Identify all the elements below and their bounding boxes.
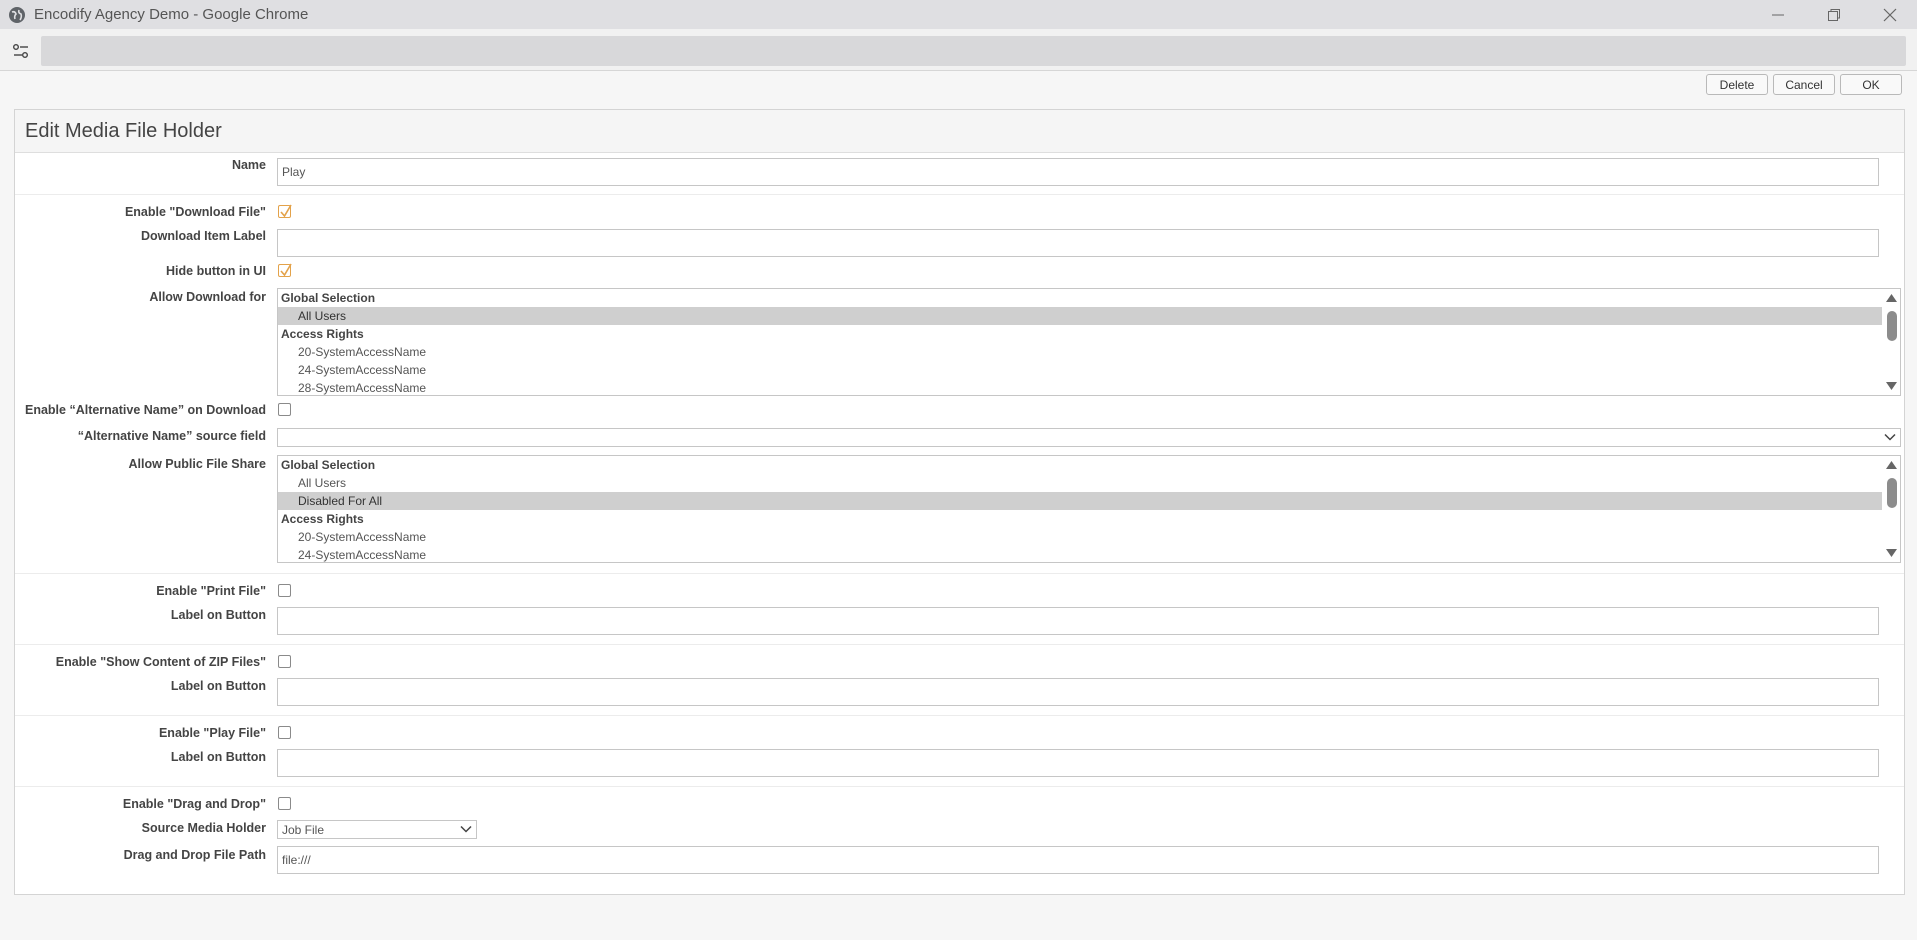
divider [15, 644, 1904, 645]
download-item-label-input[interactable] [277, 229, 1879, 257]
list-item[interactable]: All Users [278, 474, 1882, 492]
allow-public-share-listbox[interactable]: Global Selection All Users Disabled For … [277, 455, 1901, 563]
list-group: Global Selection [281, 458, 376, 472]
list-group: Access Rights [281, 327, 364, 341]
enable-dnd-checkbox[interactable] [278, 797, 291, 810]
list-item[interactable]: 24-SystemAccessName [278, 361, 1882, 379]
allow-public-share-label: Allow Public File Share [128, 457, 266, 471]
enable-download-label: Enable "Download File" [124, 205, 266, 219]
zip-label-input[interactable] [277, 678, 1879, 706]
play-label-label: Label on Button [170, 750, 266, 764]
divider [15, 786, 1904, 787]
allow-download-listbox[interactable]: Global Selection All Users Access Rights… [277, 288, 1901, 396]
divider [15, 715, 1904, 716]
scroll-thumb[interactable] [1887, 311, 1897, 341]
cancel-button[interactable]: Cancel [1773, 74, 1835, 95]
window-title: Encodify Agency Demo - Google Chrome [34, 6, 309, 23]
browser-toolbar [0, 29, 1917, 71]
site-settings-button[interactable] [6, 36, 36, 66]
window-titlebar: Encodify Agency Demo - Google Chrome [0, 0, 1917, 29]
chevron-down-icon [460, 825, 472, 833]
enable-alt-name-label: Enable “Alternative Name” on Download [24, 403, 266, 417]
listbox-scrollbar[interactable] [1883, 289, 1900, 395]
download-item-label-label: Download Item Label [140, 229, 266, 243]
enable-alt-name-checkbox[interactable] [278, 403, 291, 416]
tune-icon [13, 44, 28, 58]
alt-name-source-select[interactable] [277, 428, 1901, 447]
dnd-path-label: Drag and Drop File Path [123, 848, 266, 862]
list-group: Access Rights [281, 512, 364, 526]
scroll-up-icon[interactable] [1886, 461, 1897, 469]
listbox-scrollbar[interactable] [1883, 456, 1900, 562]
edit-panel: Edit Media File Holder Name Play Enable … [14, 109, 1905, 895]
delete-button[interactable]: Delete [1706, 74, 1768, 95]
scroll-down-icon[interactable] [1886, 382, 1897, 390]
name-input[interactable]: Play [277, 158, 1879, 186]
name-label: Name [231, 158, 266, 172]
source-media-holder-label: Source Media Holder [141, 821, 266, 835]
print-label-label: Label on Button [170, 608, 266, 622]
globe-icon [9, 6, 25, 23]
enable-zip-checkbox[interactable] [278, 655, 291, 668]
hide-button-label: Hide button in UI [166, 264, 266, 278]
checkmark-icon [280, 204, 292, 218]
enable-play-checkbox[interactable] [278, 726, 291, 739]
play-label-input[interactable] [277, 749, 1879, 777]
list-item[interactable]: All Users [278, 307, 1882, 325]
close-icon [1883, 8, 1897, 21]
enable-print-checkbox[interactable] [278, 584, 291, 597]
restore-button[interactable] [1806, 0, 1862, 29]
enable-print-label: Enable "Print File" [156, 584, 266, 598]
scroll-down-icon[interactable] [1886, 549, 1897, 557]
alt-name-source-label: “Alternative Name” source field [77, 429, 266, 443]
list-item[interactable]: 28-SystemAccessName [278, 379, 1882, 395]
enable-dnd-label: Enable "Drag and Drop" [122, 797, 266, 811]
checkmark-icon [280, 263, 292, 277]
source-media-holder-select[interactable]: Job File [277, 820, 477, 839]
enable-zip-label: Enable "Show Content of ZIP Files" [55, 655, 266, 669]
list-item[interactable]: 24-SystemAccessName [278, 546, 1882, 562]
divider [15, 194, 1904, 195]
select-value: Job File [282, 822, 325, 837]
panel-header: Edit Media File Holder [15, 110, 1904, 153]
list-item[interactable]: 20-SystemAccessName [278, 343, 1882, 361]
minimize-button[interactable] [1750, 0, 1806, 29]
dnd-path-input[interactable]: file:/// [277, 846, 1879, 874]
list-item[interactable]: Disabled For All [278, 492, 1882, 510]
enable-play-label: Enable "Play File" [158, 726, 266, 740]
panel-title: Edit Media File Holder [25, 119, 222, 142]
scroll-up-icon[interactable] [1886, 294, 1897, 302]
divider [15, 573, 1904, 574]
address-bar[interactable] [41, 36, 1906, 66]
chevron-down-icon [1884, 433, 1896, 441]
enable-download-checkbox[interactable] [278, 204, 292, 218]
minimize-icon [1772, 14, 1784, 15]
close-window-button[interactable] [1862, 0, 1917, 29]
zip-label-label: Label on Button [170, 679, 266, 693]
hide-button-checkbox[interactable] [278, 263, 292, 277]
ok-button[interactable]: OK [1840, 74, 1902, 95]
allow-download-label: Allow Download for [149, 290, 266, 304]
scroll-thumb[interactable] [1887, 478, 1897, 508]
restore-icon [1828, 8, 1840, 21]
list-item[interactable]: 20-SystemAccessName [278, 528, 1882, 546]
print-label-input[interactable] [277, 607, 1879, 635]
list-group: Global Selection [281, 291, 376, 305]
